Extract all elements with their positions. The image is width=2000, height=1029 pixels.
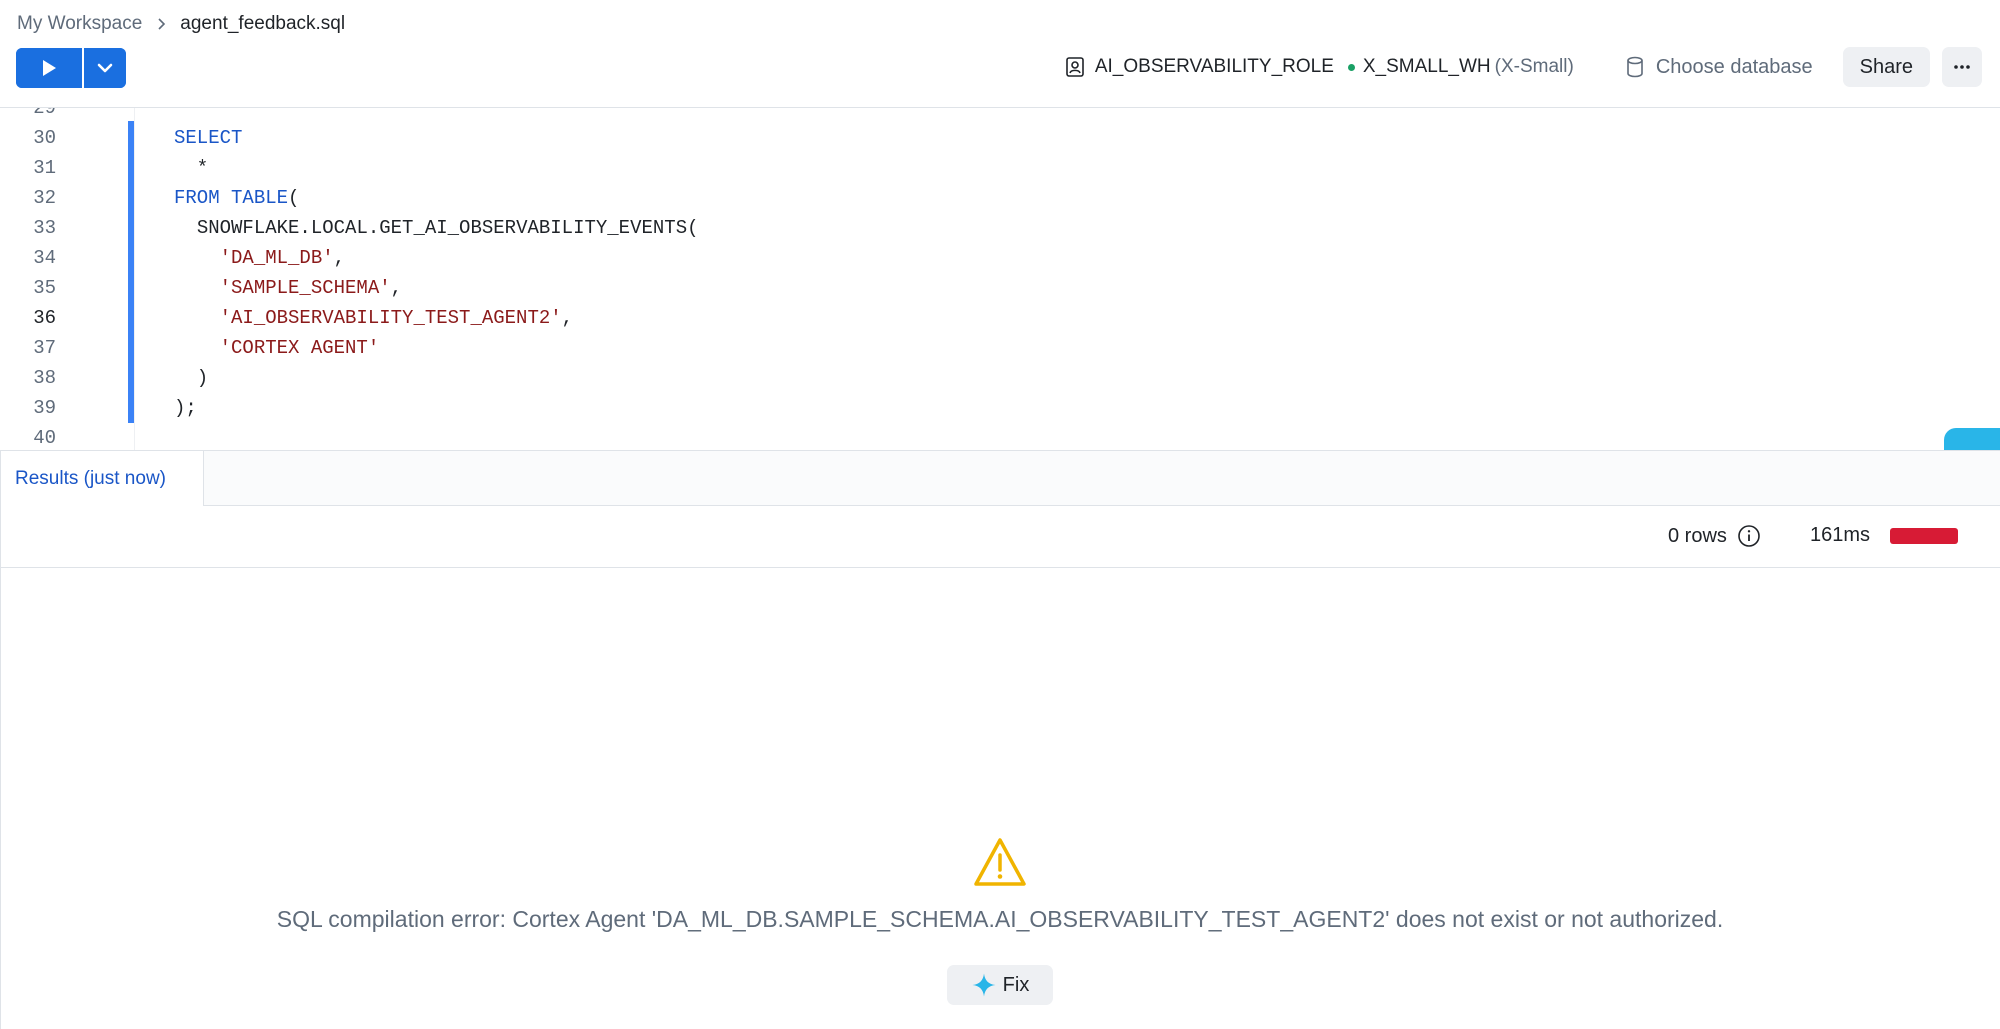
ellipsis-icon (1954, 65, 1970, 69)
run-button[interactable] (16, 48, 84, 88)
code-line[interactable]: 30 SELECT (0, 123, 2000, 153)
line-number: 40 (33, 427, 56, 449)
info-icon[interactable] (1737, 524, 1761, 548)
chevron-down-icon (97, 63, 113, 73)
breadcrumb-workspace[interactable]: My Workspace (17, 13, 142, 35)
database-icon (1627, 56, 1643, 78)
code-text: SNOWFLAKE.LOCAL.GET_AI_OBSERVABILITY_EVE… (196, 217, 699, 239)
line-number: 29 (33, 108, 56, 119)
line-number: 34 (33, 247, 56, 269)
code-text: ) (174, 367, 209, 389)
warehouse-status-dot (1347, 63, 1355, 71)
role-name: AI_OBSERVABILITY_ROLE (1094, 56, 1334, 77)
code-line[interactable]: 39); (0, 393, 2000, 423)
code-line[interactable]: 40 (0, 423, 2000, 450)
line-number: 36 (33, 307, 56, 329)
code-text: 'DA_ML_DB', (219, 247, 346, 269)
line-number: 31 (33, 157, 56, 179)
warehouse-size: (X-Small) (1494, 56, 1574, 77)
warehouse-name: X_SMALL_WH (1362, 56, 1491, 77)
error-message: SQL compilation error: Cortex Agent 'DA_… (276, 906, 1724, 932)
code-line[interactable]: 35 'SAMPLE_SCHEMA', (0, 273, 2000, 303)
line-number: 37 (33, 337, 56, 359)
sparkle-icon (972, 973, 996, 997)
code-line[interactable]: 36 'AI_OBSERVABILITY_TEST_AGENT2', (0, 303, 2000, 333)
code-line[interactable]: 38 ) (0, 363, 2000, 393)
code-text: * (174, 157, 209, 179)
line-number: 38 (33, 367, 56, 389)
code-text: FROM TABLE( (174, 187, 300, 209)
query-status-bar (1890, 528, 1958, 544)
line-number: 30 (33, 127, 56, 149)
query-duration: 161ms (1810, 524, 1871, 546)
play-icon (43, 60, 56, 76)
run-button-group (16, 48, 126, 88)
context-toolbar: AI_OBSERVABILITY_ROLE X_SMALL_WH (X-Smal… (1065, 47, 1982, 87)
run-options-button[interactable] (84, 48, 126, 88)
row-count: 0 rows (1668, 524, 1761, 548)
line-number: 33 (33, 217, 56, 239)
code-line[interactable]: 31 * (0, 153, 2000, 183)
more-options-button[interactable] (1942, 47, 1982, 87)
code-text: SELECT (174, 127, 243, 149)
tab-results[interactable]: Results (just now) (0, 451, 204, 506)
database-placeholder: Choose database (1655, 55, 1813, 78)
code-line[interactable]: 29 (0, 108, 2000, 123)
code-line[interactable]: 37 'CORTEX AGENT' (0, 333, 2000, 363)
fix-button[interactable]: Fix (947, 965, 1053, 1005)
share-button[interactable]: Share (1842, 47, 1930, 87)
row-count-text: 0 rows (1668, 524, 1727, 547)
warehouse-selector[interactable]: X_SMALL_WH (X-Small) (1347, 56, 1574, 78)
code-line[interactable]: 32 FROM TABLE( (0, 183, 2000, 213)
breadcrumb: My Workspace agent_feedback.sql (17, 12, 345, 36)
code-line[interactable]: 33 SNOWFLAKE.LOCAL.GET_AI_OBSERVABILITY_… (0, 213, 2000, 243)
sql-editor[interactable]: 29 30 SELECT 31 * 32 FROM TABLE( 33 SNOWFLAKE.… (0, 108, 2000, 450)
error-panel: SQL compilation error: Cortex Agent 'DA_… (0, 568, 2000, 1029)
results-meta-bar: 0 rows 161ms (0, 506, 2000, 568)
results-tab-bar: Results (just now) (0, 450, 2000, 506)
code-text: 'CORTEX AGENT' (219, 337, 380, 359)
warning-icon (974, 838, 1026, 886)
line-number: 39 (33, 397, 56, 419)
line-number: 32 (33, 187, 56, 209)
code-text: 'AI_OBSERVABILITY_TEST_AGENT2', (219, 307, 574, 329)
fix-label: Fix (1002, 973, 1030, 996)
user-role-icon (1066, 57, 1084, 77)
database-selector[interactable]: Choose database (1626, 56, 1813, 79)
code-line[interactable]: 34 'DA_ML_DB', (0, 243, 2000, 273)
chevron-right-icon (156, 17, 166, 31)
code-text: 'SAMPLE_SCHEMA', (219, 277, 403, 299)
breadcrumb-file: agent_feedback.sql (180, 13, 346, 34)
line-number: 35 (33, 277, 56, 299)
role-selector[interactable]: AI_OBSERVABILITY_ROLE (1065, 56, 1334, 78)
code-text: ); (174, 397, 197, 419)
